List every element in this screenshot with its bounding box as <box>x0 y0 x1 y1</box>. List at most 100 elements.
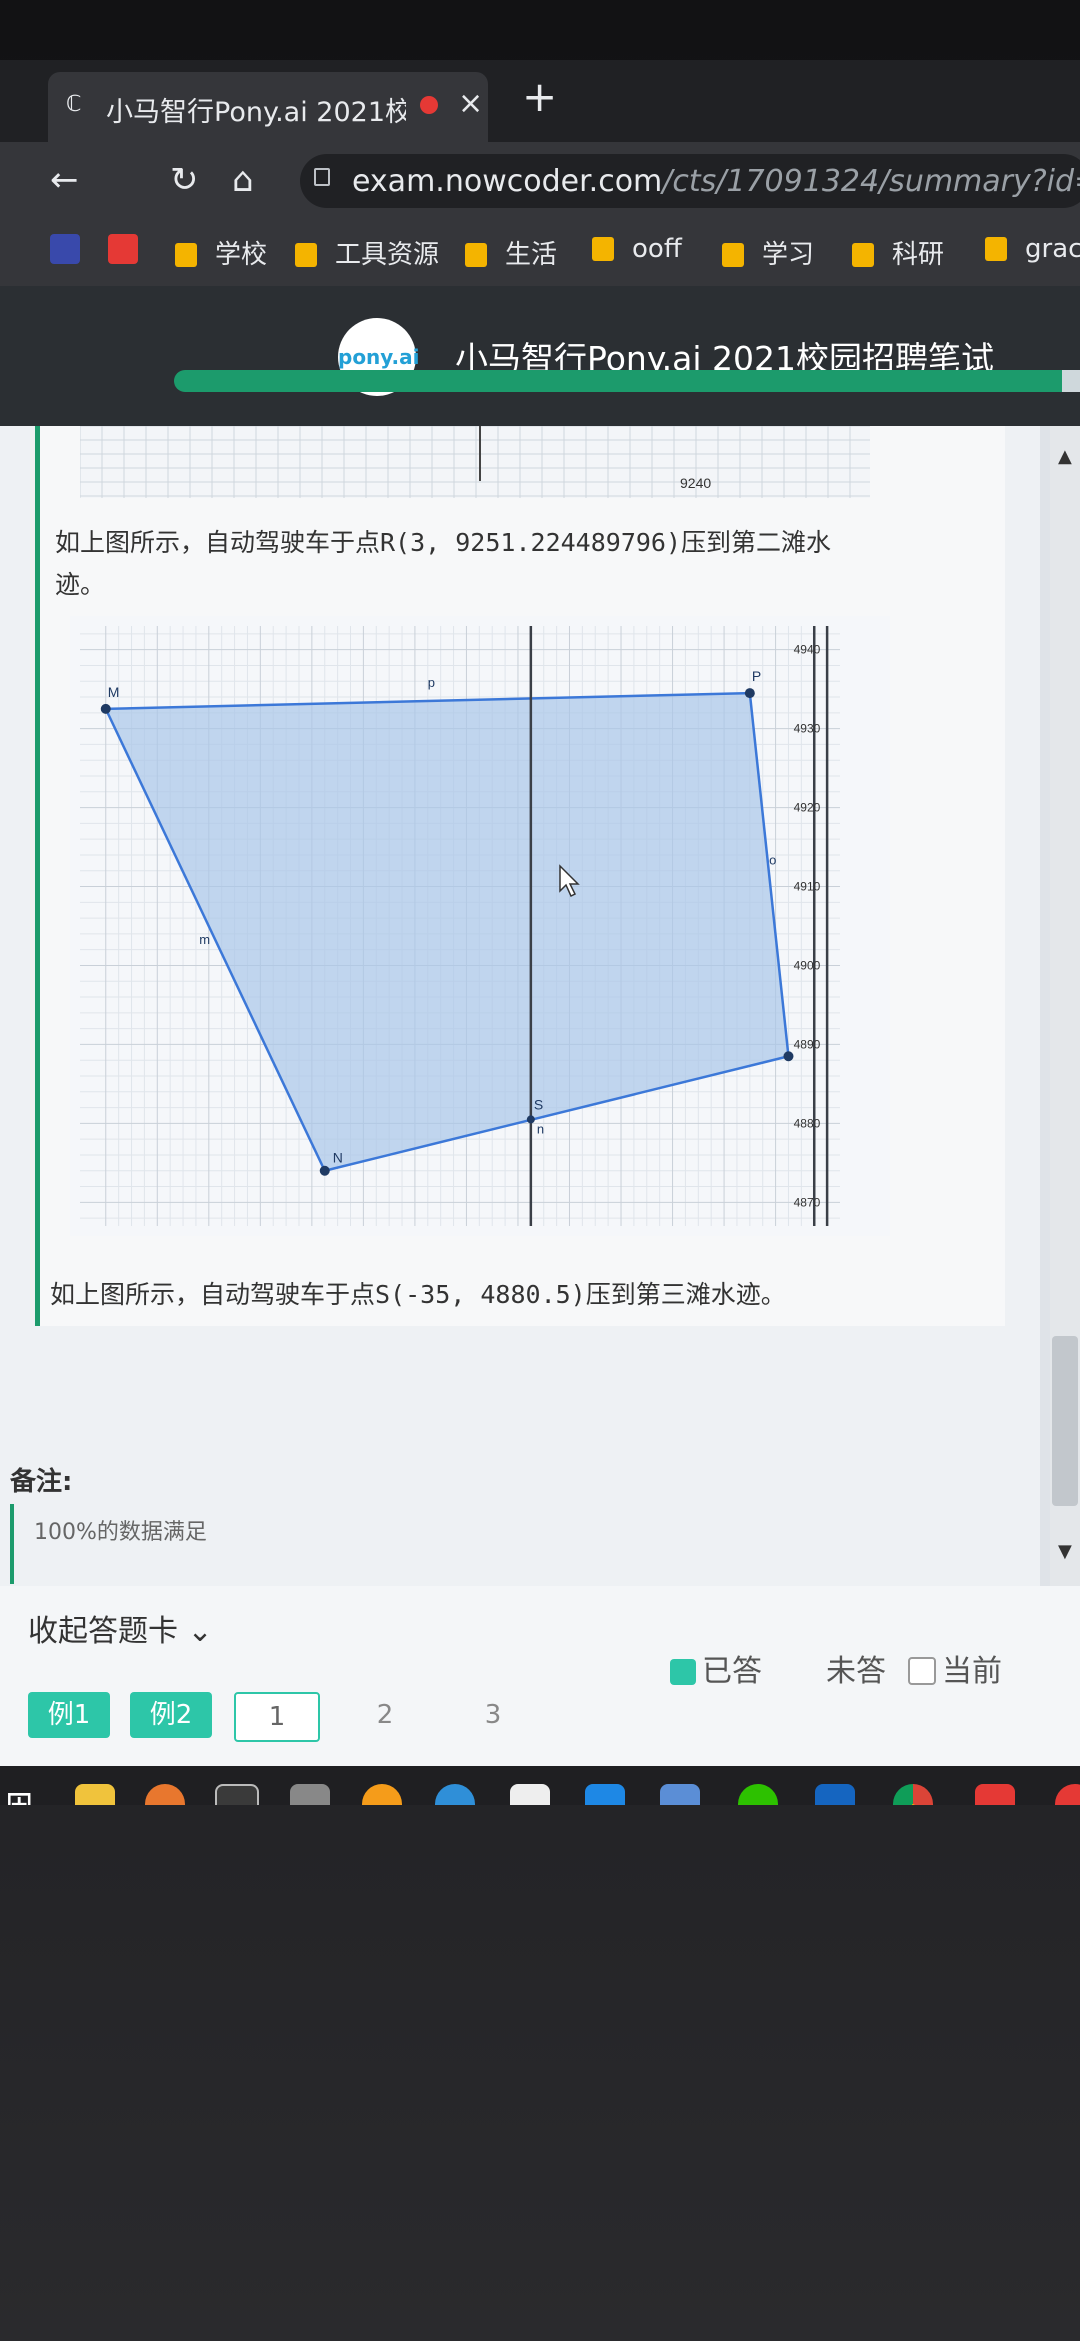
bookmark-flag-icon[interactable] <box>108 234 138 264</box>
windows-taskbar: ⊞ <box>0 1766 1080 1805</box>
bookmark-folder-3[interactable]: ooff <box>592 234 682 264</box>
bookmark-folder-0[interactable]: 学校 <box>175 234 267 271</box>
vertex-label: P <box>752 668 761 684</box>
exam-progress-bar <box>174 370 1080 392</box>
vertex-point <box>744 688 755 699</box>
tab-strip: ℂ 小马智行Pony.ai 2021校园 × + <box>0 60 1080 142</box>
y-tick-label: 4940 <box>794 643 821 657</box>
question-content: 9240 如上图所示，自动驾驶车于点R(3, 9251.224489796)压到… <box>0 426 1040 1586</box>
bookmark-folder-6[interactable]: grac <box>985 234 1080 264</box>
url-host: exam.nowcoder.com <box>352 164 663 199</box>
url-text: exam.nowcoder.com/cts/17091324/summary?i… <box>352 164 1080 199</box>
bookmark-folder-5[interactable]: 科研 <box>852 234 944 271</box>
paragraph-1: 如上图所示，自动驾驶车于点R(3, 9251.224489796)压到第二滩水 … <box>55 522 831 606</box>
polygon-chart: 4940 4930 4920 4910 4900 4890 4880 4870 M P N S p o… <box>70 616 890 1236</box>
vertex-label: M <box>108 684 120 700</box>
address-bar[interactable]: exam.nowcoder.com/cts/17091324/summary?i… <box>300 154 1080 208</box>
new-tab-button[interactable]: + <box>522 72 557 121</box>
page-header: pony.ai 小马智行Pony.ai 2021校园招聘笔试 <box>0 286 1080 426</box>
browser-tab[interactable]: ℂ 小马智行Pony.ai 2021校园 × <box>48 72 488 142</box>
vertex-label: N <box>333 1150 343 1166</box>
bookmark-app-icon[interactable] <box>50 234 80 264</box>
answer-card: 收起答题卡 ⌄ 已答 未答 当前 例1 例2 1 2 3 <box>0 1586 1080 1766</box>
question-2-button[interactable]: 2 <box>344 1692 426 1738</box>
y-tick-label: 4880 <box>794 1116 821 1130</box>
folder-icon <box>852 243 874 267</box>
vertex-point <box>319 1165 330 1176</box>
recording-indicator-icon <box>420 96 438 114</box>
search-app-icon[interactable] <box>145 1784 185 1805</box>
tab-close-icon[interactable]: × <box>458 86 483 121</box>
rss-app-icon[interactable] <box>362 1784 402 1805</box>
collapse-answer-card-button[interactable]: 收起答题卡 ⌄ <box>28 1606 213 1650</box>
edge-label: m <box>199 932 210 947</box>
folder-icon <box>722 243 744 267</box>
legend-current: 当前 <box>908 1646 1002 1690</box>
question-box: 9240 如上图所示，自动驾驶车于点R(3, 9251.224489796)压到… <box>35 426 1005 1326</box>
y-tick-label: 4930 <box>794 722 821 736</box>
bookmarks-bar: 学校 工具资源 生活 ooff 学习 科研 grac <box>0 220 1080 287</box>
scroll-thumb <box>1052 1336 1078 1506</box>
lock-icon <box>314 168 330 186</box>
reload-icon[interactable]: ↻ <box>170 160 199 200</box>
weibo-icon[interactable] <box>1055 1784 1080 1805</box>
bookmark-folder-1[interactable]: 工具资源 <box>295 234 439 271</box>
folder-icon <box>175 243 197 267</box>
y-tick-label: 4910 <box>794 880 821 894</box>
question-3-button[interactable]: 3 <box>452 1692 534 1738</box>
top-tick-label: 9240 <box>680 475 711 491</box>
y-tick-label: 4920 <box>794 801 821 815</box>
previous-chart-fragment: 9240 <box>80 426 870 498</box>
bird-app-icon[interactable] <box>660 1784 700 1805</box>
folder-icon <box>465 243 487 267</box>
browser-toolbar: ← ↻ ⌂ exam.nowcoder.com/cts/17091324/sum… <box>0 142 1080 220</box>
edge-label: n <box>537 1121 544 1136</box>
bookmark-folder-4[interactable]: 学习 <box>722 234 814 271</box>
intersection-point <box>526 1115 535 1124</box>
home-icon[interactable]: ⌂ <box>232 160 254 200</box>
note-text: 100%的数据满足 <box>34 1520 207 1545</box>
url-path: /cts/17091324/summary?id=0ED <box>662 164 1080 199</box>
back-icon[interactable]: ← <box>50 160 79 200</box>
star-app-icon[interactable] <box>815 1784 855 1805</box>
question-example-1-button[interactable]: 例1 <box>28 1692 110 1738</box>
vertex-point <box>783 1051 794 1062</box>
folder-icon <box>985 237 1007 261</box>
scroll-up-icon: ▲ <box>1058 446 1072 467</box>
y-tick-label: 4890 <box>794 1037 821 1051</box>
photos-app-icon[interactable] <box>510 1784 550 1805</box>
edge-label: o <box>769 853 776 868</box>
image-viewer-icon[interactable] <box>290 1784 330 1805</box>
folder-icon <box>592 237 614 261</box>
edge-label: p <box>428 675 435 690</box>
note-box: 100%的数据满足 <box>10 1504 1014 1584</box>
paragraph-1-line-2: 迹。 <box>55 570 106 599</box>
note-title: 备注: <box>10 1467 73 1497</box>
cloud-drive-icon[interactable] <box>585 1784 625 1805</box>
tab-title: 小马智行Pony.ai 2021校园 <box>106 97 406 128</box>
vertex-point <box>100 703 111 714</box>
screen: ℂ 小马智行Pony.ai 2021校园 × + ← ↻ ⌂ exam.nowc… <box>0 60 1080 1805</box>
file-explorer-icon[interactable] <box>75 1784 115 1805</box>
y-tick-label: 4870 <box>794 1195 821 1209</box>
legend-unanswered: 未答 <box>826 1654 886 1689</box>
paragraph-1-line-1: 如上图所示，自动驾驶车于点R(3, 9251.224489796)压到第二滩水 <box>55 528 832 557</box>
chrome-icon[interactable] <box>893 1784 933 1805</box>
question-example-2-button[interactable]: 例2 <box>130 1692 212 1738</box>
wechat-icon[interactable] <box>738 1784 778 1805</box>
y-tick-label: 4900 <box>794 958 821 972</box>
paragraph-2: 如上图所示，自动驾驶车于点S(-35, 4880.5)压到第三滩水迹。 <box>50 1280 786 1309</box>
folder-icon <box>295 243 317 267</box>
windows-start-icon[interactable]: ⊞ <box>5 1784 45 1805</box>
browser-app-icon[interactable] <box>435 1784 475 1805</box>
tab-favicon-icon: ℂ <box>66 92 82 117</box>
content-scrollbar[interactable]: ▲ ▼ <box>1050 426 1080 1586</box>
legend-answered: 已答 <box>670 1646 762 1690</box>
scroll-down-icon: ▼ <box>1058 1541 1072 1562</box>
chevron-down-icon: ⌄ <box>187 1614 213 1649</box>
question-1-button[interactable]: 1 <box>234 1692 320 1742</box>
youdao-icon[interactable] <box>975 1784 1015 1805</box>
terminal-icon[interactable] <box>215 1784 259 1805</box>
bookmark-folder-2[interactable]: 生活 <box>465 234 557 271</box>
point-label: S <box>534 1096 543 1112</box>
